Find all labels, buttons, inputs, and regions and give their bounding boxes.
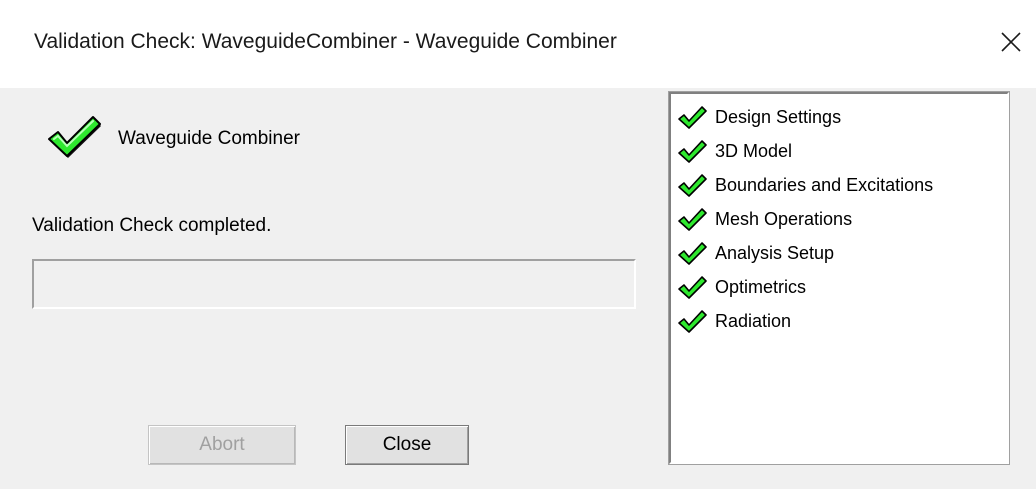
- abort-button[interactable]: Abort: [148, 425, 296, 465]
- list-item-analysis-setup: Analysis Setup: [677, 236, 834, 270]
- list-item-label: Radiation: [715, 310, 792, 331]
- list-item-label: Analysis Setup: [715, 242, 835, 263]
- checkmark-icon: [46, 112, 102, 160]
- checkmark-icon: [677, 308, 707, 334]
- list-item-mesh-operations: Mesh Operations: [677, 202, 852, 236]
- list-item-label: Mesh Operations: [715, 208, 853, 229]
- status-message: Validation Check completed.: [32, 215, 272, 236]
- validation-items-list[interactable]: Design Settings 3D Model Boundaries and …: [668, 91, 1010, 465]
- title-bar: Validation Check: WaveguideCombiner - Wa…: [0, 0, 1036, 88]
- checkmark-icon: [677, 274, 707, 300]
- validation-check-dialog: Validation Check: WaveguideCombiner - Wa…: [0, 0, 1036, 489]
- close-icon[interactable]: [994, 22, 1028, 62]
- progress-bar: [32, 259, 636, 309]
- close-button[interactable]: Close: [345, 425, 469, 465]
- checkmark-icon: [677, 240, 707, 266]
- checkmark-icon: [677, 138, 707, 164]
- dialog-title: Validation Check: WaveguideCombiner - Wa…: [34, 30, 617, 53]
- list-item-design-settings: Design Settings: [677, 100, 841, 134]
- list-item-label: Boundaries and Excitations: [715, 174, 934, 195]
- list-item-boundaries-and-excitations: Boundaries and Excitations: [677, 168, 933, 202]
- design-name: Waveguide Combiner: [118, 128, 300, 149]
- list-item-label: 3D Model: [715, 140, 793, 161]
- list-item-optimetrics: Optimetrics: [677, 270, 806, 304]
- list-item-3d-model: 3D Model: [677, 134, 792, 168]
- list-item-label: Optimetrics: [715, 276, 807, 297]
- list-item-radiation: Radiation: [677, 304, 791, 338]
- list-item-label: Design Settings: [715, 106, 842, 127]
- checkmark-icon: [677, 172, 707, 198]
- checkmark-icon: [677, 206, 707, 232]
- checkmark-icon: [677, 104, 707, 130]
